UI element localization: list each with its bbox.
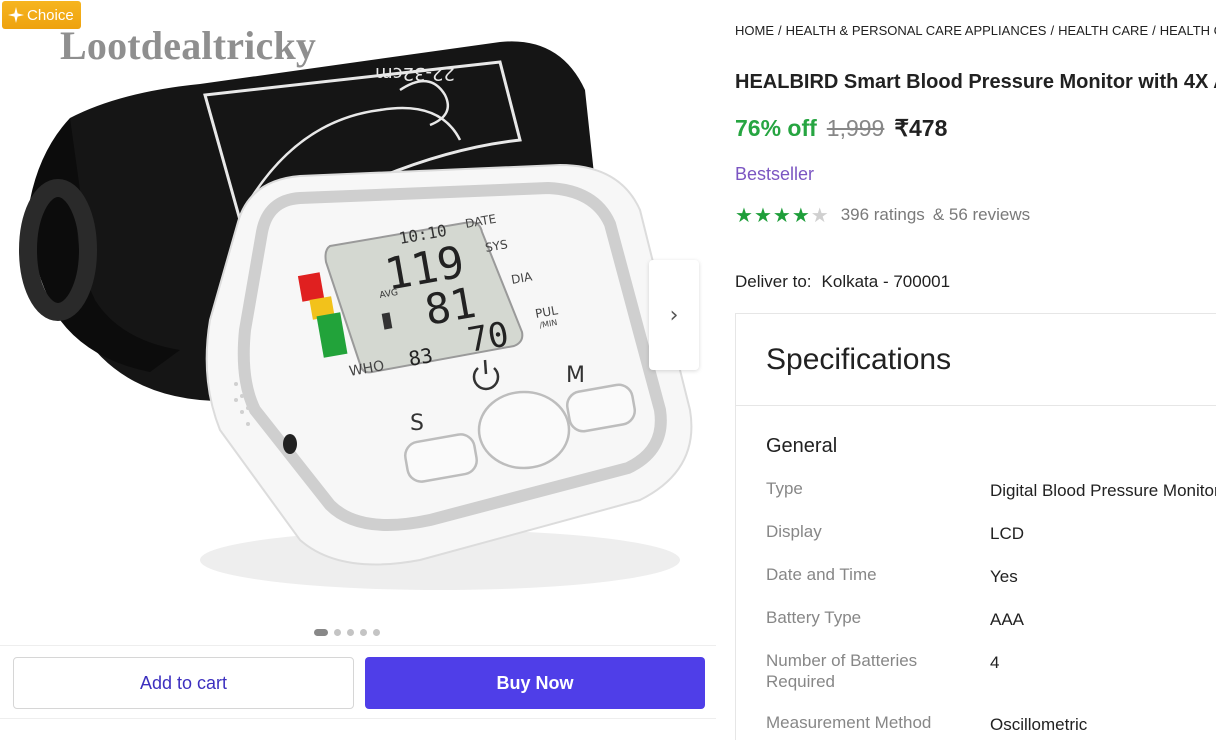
- spec-value: AAA: [990, 610, 1025, 629]
- breadcrumb-item[interactable]: HEALTH & PERSONAL CARE APPLIANCES: [786, 23, 1047, 38]
- spec-value: Yes: [990, 567, 1018, 586]
- spec-key: Measurement Method: [766, 713, 932, 732]
- device-button-power: [477, 390, 571, 470]
- carousel-dot[interactable]: [373, 629, 380, 636]
- label-s: S: [410, 411, 424, 436]
- cuff-size-label: 22-32cm: [375, 63, 455, 84]
- star-rating: ★ ★ ★ ★ ★: [735, 205, 829, 225]
- ratings-count: 396 ratings: [840, 205, 925, 224]
- star-icon: ★: [791, 203, 810, 227]
- breadcrumb-item[interactable]: HEALTH CARE: [1058, 23, 1148, 38]
- product-gallery: 22-32cm 10:10 119 81 70 AVG 83 DATE SYS …: [0, 0, 716, 740]
- choice-label: Choice: [27, 6, 74, 24]
- deliver-location-value: Kolkata - 700001: [821, 272, 951, 291]
- spec-group-title: General: [766, 435, 838, 457]
- carousel-dot[interactable]: [360, 629, 367, 636]
- specifications-header: Specifications: [736, 314, 1216, 406]
- breadcrumb-item[interactable]: HOME: [735, 23, 774, 38]
- spec-value: LCD: [990, 524, 1025, 543]
- price-row: 76% off 1,999 ₹478: [735, 115, 947, 142]
- carousel-dot[interactable]: [314, 629, 328, 636]
- carousel-dot[interactable]: [334, 629, 341, 636]
- spec-key: Battery Type: [766, 608, 862, 627]
- next-image-button[interactable]: ›: [649, 260, 699, 370]
- spec-row-measurement-method: Measurement Method Oscillometric: [766, 712, 1216, 735]
- spec-key: Date and Time: [766, 565, 877, 584]
- spec-value: 4: [990, 653, 1000, 672]
- star-icon: ★: [753, 203, 772, 227]
- lcd-pul: 70: [465, 314, 512, 361]
- bestseller-tag: Bestseller: [735, 164, 815, 184]
- spec-row-battery-type: Battery Type AAA: [766, 607, 1216, 630]
- breadcrumb-item[interactable]: HEALTH CAR: [1160, 23, 1216, 38]
- carousel-dots: [314, 629, 380, 636]
- lcd-mem: 83: [407, 343, 435, 371]
- specifications-card: Specifications General Type Digital Bloo…: [735, 313, 1216, 740]
- specifications-title: Specifications: [766, 342, 952, 376]
- spec-row-date-time: Date and Time Yes: [766, 564, 1216, 587]
- original-price: 1,999: [826, 115, 885, 141]
- product-title: HEALBIRD Smart Blood Pressure Monitor wi…: [735, 71, 1216, 93]
- product-details: HOME / HEALTH & PERSONAL CARE APPLIANCES / H…: [735, 0, 1216, 740]
- buy-now-button[interactable]: Buy Now: [365, 657, 705, 709]
- carousel-dot[interactable]: [347, 629, 354, 636]
- watermark: Lootdealtricky: [60, 23, 317, 68]
- chevron-right-icon: ›: [669, 302, 679, 328]
- rating-row[interactable]: ★ ★ ★ ★ ★ 396 ratings & 56 reviews: [735, 205, 1030, 225]
- spec-key: Type: [766, 479, 803, 498]
- spec-row-display: Display LCD: [766, 521, 1216, 544]
- deliver-label: Deliver to:: [735, 272, 812, 291]
- spec-row-battery-count: Number of Batteries Required 4: [766, 650, 1216, 692]
- spec-value: Oscillometric: [990, 715, 1088, 734]
- delivery-location[interactable]: Deliver to: Kolkata - 700001: [735, 272, 950, 292]
- spec-key: Display: [766, 522, 822, 541]
- product-image[interactable]: 22-32cm 10:10 119 81 70 AVG 83 DATE SYS …: [0, 0, 716, 620]
- spec-row-type: Type Digital Blood Pressure Monitor: [766, 478, 1216, 501]
- star-icon: ★: [735, 203, 753, 227]
- sparkle-icon: [8, 7, 24, 23]
- star-icon: ★: [810, 203, 829, 227]
- reviews-count: & 56 reviews: [932, 205, 1031, 224]
- label-m: M: [566, 363, 585, 388]
- spec-value: Digital Blood Pressure Monitor: [990, 481, 1216, 500]
- discount-percent: 76% off: [735, 115, 817, 141]
- selling-price: ₹478: [894, 115, 948, 141]
- who-bar-red: [297, 272, 325, 302]
- add-to-cart-button[interactable]: Add to cart: [13, 657, 354, 709]
- action-bar: Add to cart Buy Now: [0, 645, 716, 719]
- star-icon: ★: [772, 203, 791, 227]
- spec-key: Number of Batteries Required: [766, 651, 918, 691]
- breadcrumb: HOME / HEALTH & PERSONAL CARE APPLIANCES / H…: [735, 23, 1216, 38]
